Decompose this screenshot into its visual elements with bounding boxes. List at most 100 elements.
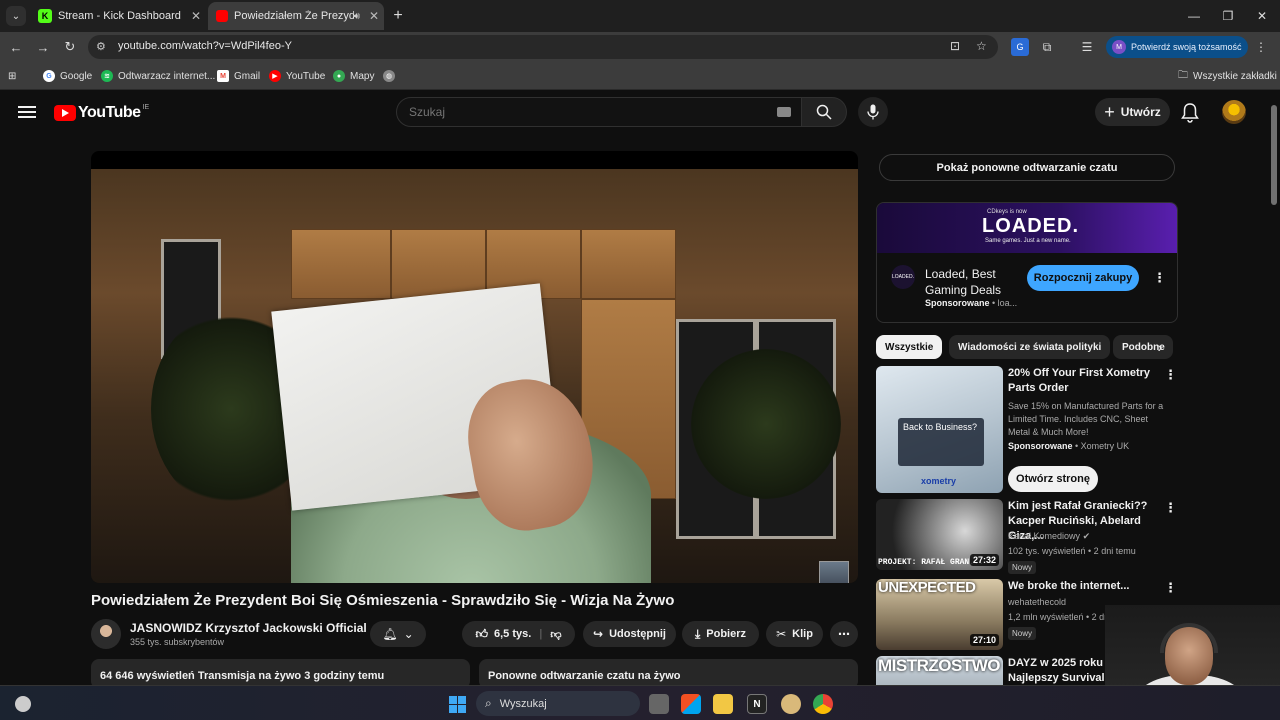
all-bookmarks[interactable]: 🗀︎ Wszystkie zakładki — [1178, 68, 1277, 84]
close-tab-icon[interactable]: ✕ — [186, 9, 206, 23]
voice-search-button[interactable] — [858, 97, 888, 127]
video-thumbnail[interactable]: MISTRZOSTWO — [876, 656, 1003, 685]
thumbs-up-icon[interactable]: 👍︎ — [475, 627, 488, 642]
forward-icon[interactable]: → — [33, 37, 53, 57]
apps-grid-icon[interactable]: ⊞ — [8, 68, 16, 84]
share-button[interactable]: ↪ Udostępnij — [583, 621, 676, 647]
notifications-bell-icon[interactable] — [1181, 103, 1201, 123]
rec-menu-icon[interactable]: ⋮ — [1164, 368, 1177, 384]
ad-domain: loa... — [997, 298, 1018, 308]
account-avatar[interactable] — [1222, 100, 1246, 124]
ad-title[interactable]: Loaded, Best Gaming Deals — [925, 266, 1025, 298]
ad-sponsor-line: Sponsorowane • Xometry UK — [1008, 441, 1130, 451]
bookmark-gmail[interactable]: M Gmail — [217, 68, 260, 84]
subscription-bell-button[interactable]: 🔔︎ ⌄ — [370, 621, 426, 647]
more-actions-button[interactable]: ⋯ — [830, 621, 858, 647]
bookmark-youtube[interactable]: ▶ YouTube — [269, 68, 325, 84]
like-count[interactable]: 6,5 tys. — [494, 628, 531, 640]
tab-youtube-video[interactable]: Powiedziałem Że Prezydent Boi Się Ośmies… — [208, 2, 384, 30]
ad-menu-icon[interactable]: ⋮ — [1153, 271, 1166, 287]
task-view-icon[interactable] — [649, 694, 669, 714]
weather-icon[interactable] — [15, 696, 31, 712]
new-tab-button[interactable]: + — [388, 6, 408, 26]
bookmark-spotify[interactable]: ≋ Odtwarzacz internet... — [101, 68, 215, 84]
tab-kick-dashboard[interactable]: K Stream - Kick Dashboard ✕ — [30, 2, 206, 30]
start-shopping-button[interactable]: Rozpocznij zakupy — [1027, 265, 1139, 291]
notion-icon[interactable]: N — [747, 694, 767, 714]
bookmark-label: Wszystkie zakładki — [1193, 70, 1277, 82]
translate-extension-icon[interactable]: G — [1011, 38, 1029, 56]
channel-name[interactable]: wehatethecold — [1008, 597, 1066, 607]
youtube-logo[interactable]: YouTube IE — [54, 104, 149, 122]
channel-name: Kanał Komediowy — [1008, 531, 1081, 541]
site-info-icon[interactable]: ⚙ — [96, 40, 106, 53]
address-bar[interactable]: ⚙ youtube.com/watch?v=WdPil4feo-Y ⊡ ☆ — [88, 35, 998, 59]
duration-badge: 27:10 — [969, 634, 999, 646]
tab-search-button[interactable]: ⌄ — [6, 6, 26, 26]
reload-icon[interactable]: ↻ — [60, 37, 80, 57]
clip-button[interactable]: ✂ Klip — [766, 621, 823, 647]
xometry-thumbnail[interactable]: Back to Business? xometry — [876, 366, 1003, 493]
chevron-right-icon[interactable]: › — [1152, 339, 1168, 355]
ad-banner[interactable]: CDkeys is now LOADED. Same games. Just a… — [877, 203, 1177, 253]
rec-title[interactable]: We broke the internet... — [1008, 579, 1160, 594]
search-input[interactable] — [409, 105, 749, 119]
chip-all[interactable]: Wszystkie — [876, 335, 943, 359]
chip-politics[interactable]: Wiadomości ze świata polityki — [949, 335, 1111, 359]
browser-menu-icon[interactable]: ⋮ — [1252, 38, 1270, 56]
search-box[interactable] — [396, 97, 802, 127]
recommendation-item[interactable]: PROJEKT: RAFAŁ GRAN... 27:32 Kim jest Ra… — [876, 499, 1177, 574]
rec-menu-icon[interactable]: ⋮ — [1164, 581, 1177, 597]
bookmark-google[interactable]: G Google — [43, 68, 92, 84]
app-icon[interactable] — [781, 694, 801, 714]
taskbar-search[interactable]: ⌕ Wyszukaj — [476, 691, 640, 716]
audio-playing-icon[interactable]: 🔊︎ — [354, 11, 360, 22]
plus-icon: + — [1104, 102, 1115, 122]
open-site-button[interactable]: Otwórz stronę — [1008, 466, 1098, 492]
bookmark-globe[interactable]: ◍ — [383, 68, 400, 84]
restore-icon[interactable]: ❐ — [1216, 6, 1240, 26]
tab-title: Powiedziałem Że Prezydent Boi Się Ośmies… — [234, 10, 354, 22]
menu-icon[interactable] — [18, 103, 36, 121]
video-thumbnail[interactable]: PROJEKT: RAFAŁ GRAN... 27:32 — [876, 499, 1003, 570]
create-button[interactable]: + Utwórz — [1095, 98, 1170, 126]
video-player[interactable] — [91, 151, 858, 583]
media-controls-icon[interactable]: ☰ — [1078, 38, 1096, 56]
back-icon[interactable]: ← — [6, 37, 26, 57]
download-button[interactable]: ⤓ Pobierz — [682, 621, 759, 647]
bookmark-star-icon[interactable]: ☆ — [976, 39, 987, 53]
miniplayer-thumbnail[interactable] — [819, 561, 849, 583]
rec-meta: 1,2 mln wyświetleń • 2 dni... — [1008, 612, 1119, 622]
channel-name[interactable]: JASNOWIDZ Krzysztof Jackowski Official — [130, 621, 367, 635]
video-thumbnail[interactable]: UNEXPECTED 27:10 — [876, 579, 1003, 650]
store-icon[interactable] — [681, 694, 701, 714]
bookmark-maps[interactable]: ● Mapy — [333, 68, 374, 84]
install-app-icon[interactable]: ⊡ — [950, 39, 960, 53]
thumbs-down-icon[interactable]: 👎︎ — [550, 628, 561, 641]
advertiser-name: Xometry UK — [1080, 441, 1130, 451]
banner-tagline: Same games. Just a new name. — [985, 238, 1071, 244]
rec-menu-icon[interactable]: ⋮ — [1164, 501, 1177, 517]
file-explorer-icon[interactable] — [713, 694, 733, 714]
show-chat-replay-button[interactable]: Pokaż ponowne odtwarzanie czatu — [879, 154, 1175, 181]
rec-title[interactable]: 20% Off Your First Xometry Parts Order — [1008, 366, 1160, 396]
search-button[interactable] — [801, 97, 847, 127]
start-button[interactable] — [447, 694, 467, 714]
minimize-icon[interactable]: — — [1182, 6, 1206, 26]
page-scrollbar[interactable] — [1270, 95, 1278, 685]
url-text[interactable]: youtube.com/watch?v=WdPil4feo-Y — [118, 40, 292, 52]
microphone-icon — [867, 104, 879, 120]
keyboard-icon[interactable] — [777, 107, 791, 117]
extensions-icon[interactable]: ⧉ — [1038, 38, 1056, 56]
scrollbar-thumb[interactable] — [1271, 105, 1277, 205]
sponsored-recommendation[interactable]: Back to Business? xometry 20% Off Your F… — [876, 366, 1177, 494]
profile-button[interactable]: M Potwierdź swoją tożsamość — [1106, 36, 1248, 58]
channel-avatar[interactable] — [91, 619, 121, 649]
ad-card[interactable]: CDkeys is now LOADED. Same games. Just a… — [876, 202, 1178, 323]
chrome-icon[interactable] — [813, 694, 833, 714]
share-label: Udostępnij — [609, 628, 666, 640]
rec-channel[interactable]: Kanał Komediowy ✔︎ — [1008, 531, 1090, 542]
close-window-icon[interactable]: ✕ — [1250, 6, 1274, 26]
download-label: Pobierz — [706, 628, 747, 640]
close-tab-icon[interactable]: ✕ — [364, 9, 384, 23]
